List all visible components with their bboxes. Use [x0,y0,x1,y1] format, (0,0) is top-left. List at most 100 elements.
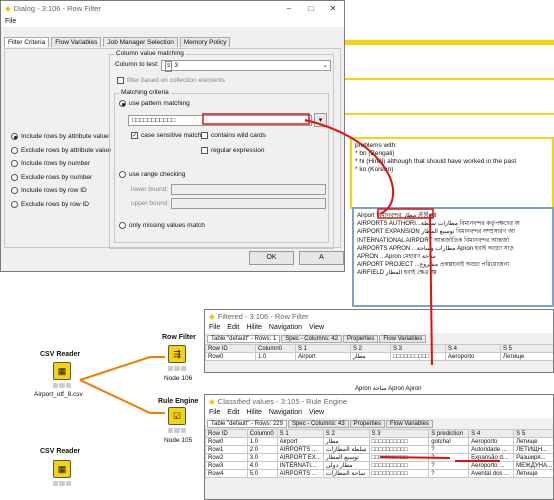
radio-button[interactable] [119,100,126,108]
column-header[interactable]: S 1 [295,344,351,353]
option-label: Include rows by attribute value [21,133,109,141]
tab-job-manager[interactable]: Job Manager Selection [103,37,178,47]
column-to-test-select[interactable]: S3 ⌄ [161,60,331,72]
tab-table[interactable]: Table "default" - Rows: 229 [207,419,287,428]
column-header[interactable]: S 4 [445,344,501,353]
column-header[interactable]: Column0 [255,344,296,353]
table-row[interactable]: Row2 3.0 AIRPORT EX... توسيع المطار □□□□□□□□… [205,453,553,462]
column-header[interactable]: S prediction [428,429,470,438]
filter-collection-checkbox[interactable] [117,77,124,84]
use-pattern-option[interactable]: use pattern matching [119,97,190,111]
pattern-input[interactable]: □□□□□□□□□□□ ⌄ [128,115,312,126]
tab-flow-variables[interactable]: Flow Variables [51,37,102,47]
table-row[interactable]: Row0 1.0 Airport مطار □□□□□□□□□□ Aeropor… [205,352,553,361]
tab-flow-variables[interactable]: Flow Variables [386,419,433,428]
column-header[interactable]: S 3 [390,344,446,353]
menu-edit[interactable]: Edit [227,409,239,416]
radio-button[interactable] [11,187,18,195]
column-header[interactable]: S 2 [322,429,370,438]
cell: Expansão d... [468,453,515,462]
option-exclude-number[interactable]: Exclude rows by number [11,171,111,185]
column-header[interactable]: S 5 [500,344,553,353]
tab-properties[interactable]: Properties [349,419,386,428]
csv-reader-node[interactable]: ▦ [53,460,71,478]
tab-table[interactable]: Table "default" - Rows: 1 [207,334,281,343]
menu-edit[interactable]: Edit [227,324,239,331]
chevron-down-icon[interactable]: ⌄ [323,61,328,70]
table-row[interactable]: Row3 4.0 INTERNATI... مطار دولي □□□□□□□□□□? A… [205,461,553,470]
flow-variable-button[interactable]: ▾ [314,113,327,127]
regex-checkbox[interactable] [201,147,208,154]
minimize-icon[interactable]: – [278,4,300,13]
cell: gotcha! [428,437,470,446]
case-sensitive-row[interactable]: ✓ case sensitive match [131,132,201,139]
menu-file[interactable]: File [209,324,220,331]
cell: AIRPORT EX... [276,453,324,462]
classified-table: Row ID Column0 S 1 S 2 S 3 S prediction … [205,429,553,478]
option-exclude-attr[interactable]: Exclude rows by attribute value [11,144,111,158]
case-sensitive-checkbox[interactable]: ✓ [131,132,138,139]
menu-navigation[interactable]: Navigation [269,324,302,331]
menu-hilite[interactable]: Hilite [246,324,262,331]
column-header[interactable]: S 3 [368,429,430,438]
wildcards-row[interactable]: contains wild cards [201,132,266,139]
menu-file[interactable]: File [5,18,16,25]
apply-button[interactable]: A [299,251,344,265]
radio-button[interactable] [119,171,126,179]
table-row[interactable]: Row1 2.0 AIRPORTS ... سلطة المطارات □□□□□□□□… [205,445,553,454]
column-header[interactable]: Row ID [205,429,248,438]
tab-properties[interactable]: Properties [343,334,379,343]
filter-collection-row[interactable]: filter based on collection elements [117,77,225,84]
close-icon[interactable]: ✕ [322,4,344,13]
lower-bound-input[interactable] [171,184,326,195]
menu-file[interactable]: File [209,409,220,416]
radio-button[interactable] [119,222,126,230]
option-include-rowid[interactable]: Include rows by row ID [11,184,111,198]
tab-filter-criteria[interactable]: Filter Criteria [4,37,50,47]
tab-flow-variables[interactable]: Flow Variables [379,334,427,343]
cell: Летище [513,437,553,446]
filtered-tabs: Table "default" - Rows: 1 Spec - Columns… [205,333,553,344]
menu-hilite[interactable]: Hilite [246,409,262,416]
option-include-number[interactable]: Include rows by number [11,157,111,171]
cell: ? [428,445,470,454]
column-header[interactable]: S 2 [350,344,391,353]
node-sublabel: Node 106 [164,375,193,382]
table-row[interactable]: Row4 5.0 AIRPORTS ... ساحة المطارات □□□□□□□□… [205,469,553,478]
regex-row[interactable]: regular expression [201,147,264,154]
rule-engine-node[interactable]: ☑ [168,407,186,425]
option-label: Exclude rows by row ID [21,200,89,208]
use-range-option[interactable]: use range checking [119,168,185,182]
column-header[interactable]: S 4 [468,429,515,438]
chevron-down-icon[interactable]: ⌄ [304,116,309,125]
menu-view[interactable]: View [309,409,324,416]
option-include-attr[interactable]: Include rows by attribute value [11,130,111,144]
only-missing-option[interactable]: only missing values match [119,219,205,233]
radio-button[interactable] [11,160,18,168]
option-exclude-rowid[interactable]: Exclude rows by row ID [11,198,111,212]
radio-button[interactable] [11,173,18,181]
maximize-icon[interactable]: □ [300,4,322,13]
csv-reader-icon: ▦ [57,366,67,376]
radio-button[interactable] [11,133,18,141]
tab-spec[interactable]: Spec - Columns: 42 [281,334,342,343]
tab-memory-policy[interactable]: Memory Policy [179,37,231,47]
cell: 1.0 [255,352,296,361]
row-filter-node[interactable]: ⇶ [168,345,186,363]
upper-bound-input[interactable] [171,198,326,209]
cell: Row4 [205,469,248,478]
column-header[interactable]: Column0 [246,429,278,438]
column-header[interactable]: S 1 [276,429,324,438]
radio-button[interactable] [11,146,18,154]
cell: AIRPORTS ... [276,445,324,454]
column-header[interactable]: Row ID [205,344,256,353]
menu-view[interactable]: View [309,324,324,331]
wildcards-checkbox[interactable] [201,132,208,139]
ok-button[interactable]: OK [249,251,294,265]
table-row[interactable]: Row0 1.0 Airport مطار □□□□□□□□□□ gotcha! Aerop… [205,437,553,446]
column-header[interactable]: S 5 [513,429,553,438]
radio-button[interactable] [11,200,18,208]
menu-navigation[interactable]: Navigation [269,409,302,416]
csv-reader-node[interactable]: ▦ [53,362,71,380]
tab-spec[interactable]: Spec - Columns: 43 [287,419,349,428]
